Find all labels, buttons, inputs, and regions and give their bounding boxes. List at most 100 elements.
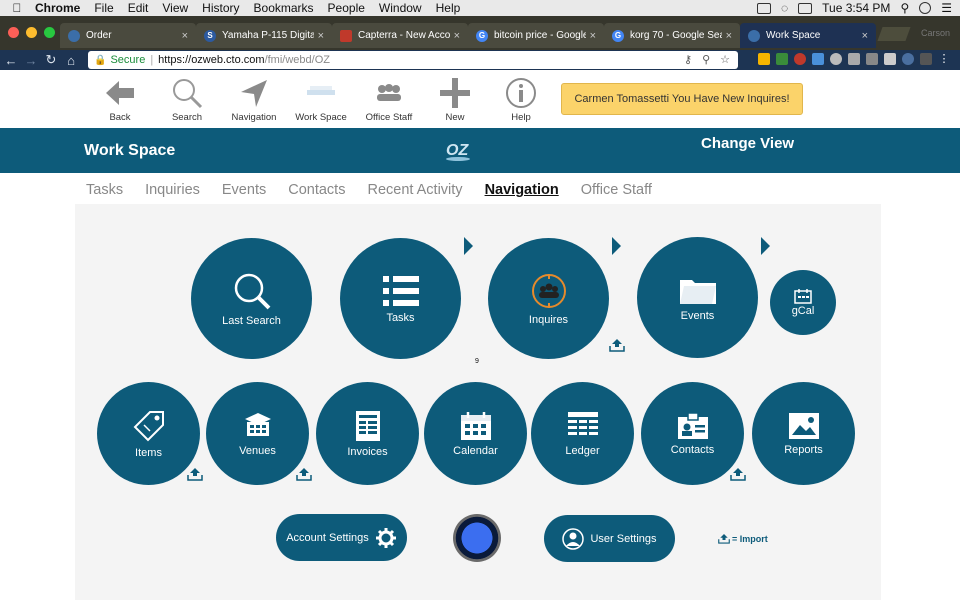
extension-icon[interactable] xyxy=(776,53,788,65)
ledger-tile[interactable]: Ledger xyxy=(531,382,634,485)
extension-icon[interactable] xyxy=(848,53,860,65)
notification-center-icon[interactable]: ☰ xyxy=(941,1,952,15)
import-legend[interactable]: = Import xyxy=(718,533,768,544)
chrome-menu-icon[interactable]: ⋮ xyxy=(938,53,950,65)
close-tab-icon[interactable]: × xyxy=(318,30,324,42)
tasks-tile[interactable]: Tasks xyxy=(340,238,461,359)
tab-events[interactable]: Events xyxy=(222,182,266,198)
contacts-upload-icon[interactable] xyxy=(730,467,746,481)
inquires-expand-arrow-icon[interactable] xyxy=(612,237,621,255)
browser-back-icon[interactable]: ← xyxy=(2,53,20,68)
battery-icon[interactable] xyxy=(798,2,813,14)
menu-help[interactable]: Help xyxy=(436,1,461,15)
extension-icon[interactable] xyxy=(884,53,896,65)
venues-upload-icon[interactable] xyxy=(296,467,312,481)
wifi-icon[interactable]: ◌ xyxy=(781,1,788,15)
browser-tab[interactable]: Order × xyxy=(60,23,196,48)
invoices-tile[interactable]: Invoices xyxy=(316,382,419,485)
menu-people[interactable]: People xyxy=(328,1,365,15)
extension-icon[interactable] xyxy=(794,53,806,65)
ozweb-favicon-icon xyxy=(748,29,760,42)
venues-tile[interactable]: Venues xyxy=(206,382,309,485)
menu-view[interactable]: View xyxy=(162,1,188,15)
extension-icon[interactable] xyxy=(902,53,914,65)
menu-app[interactable]: Chrome xyxy=(35,1,80,15)
gear-icon xyxy=(375,527,396,548)
status-box-icon[interactable] xyxy=(757,2,772,14)
office-staff-button[interactable]: Office Staff xyxy=(353,76,425,123)
contacts-tile[interactable]: Contacts xyxy=(641,382,744,485)
reports-tile[interactable]: Reports xyxy=(752,382,855,485)
browser-tab[interactable]: Capterra - New Account × xyxy=(332,23,468,48)
reload-icon[interactable]: ↻ xyxy=(42,52,60,68)
close-tab-icon[interactable]: × xyxy=(590,30,596,42)
browser-tab[interactable]: S Yamaha P-115 Digital Piano × xyxy=(196,23,332,48)
menu-file[interactable]: File xyxy=(94,1,113,15)
menu-window[interactable]: Window xyxy=(379,1,422,15)
extension-icon[interactable] xyxy=(920,53,932,65)
user-settings-label: User Settings xyxy=(590,532,657,545)
close-tab-icon[interactable]: × xyxy=(454,30,460,42)
close-tab-icon[interactable]: × xyxy=(726,30,732,42)
clock[interactable]: Tue 3:54 PM xyxy=(822,1,890,15)
new-tab-button[interactable] xyxy=(877,27,911,41)
change-view-button[interactable]: Change View xyxy=(701,135,794,152)
tab-tasks[interactable]: Tasks xyxy=(86,182,123,198)
zoom-icon[interactable]: ⚲ xyxy=(702,53,710,66)
browser-tab-active[interactable]: Work Space × xyxy=(740,23,876,48)
user-menu-icon[interactable] xyxy=(919,2,932,14)
events-expand-arrow-icon[interactable] xyxy=(761,237,770,255)
key-icon[interactable]: ⚷ xyxy=(684,53,692,66)
items-tile[interactable]: Items xyxy=(97,382,200,485)
gcal-tile[interactable]: gCal xyxy=(770,270,836,335)
items-upload-icon[interactable] xyxy=(187,467,203,481)
inquires-count: 9 xyxy=(475,358,479,365)
tab-recent-activity[interactable]: Recent Activity xyxy=(367,182,462,198)
tab-contacts[interactable]: Contacts xyxy=(288,182,345,198)
tab-navigation[interactable]: Navigation xyxy=(484,182,559,198)
extension-icon[interactable] xyxy=(866,53,878,65)
navigation-button[interactable]: Navigation xyxy=(218,76,290,123)
new-inquiries-notice[interactable]: Carmen Tomassetti You Have New Inquires! xyxy=(561,83,803,115)
account-settings-label: Account Settings xyxy=(286,531,369,544)
events-tile[interactable]: Events xyxy=(637,237,758,358)
back-button[interactable]: Back xyxy=(84,76,156,123)
close-tab-icon[interactable]: × xyxy=(862,30,868,42)
browser-tab[interactable]: G korg 70 - Google Search × xyxy=(604,23,740,48)
inquires-upload-icon[interactable] xyxy=(609,338,625,352)
help-button[interactable]: Help xyxy=(485,76,557,123)
profile-name[interactable]: Carson xyxy=(921,28,950,38)
browser-tab[interactable]: G bitcoin price - Google Search × xyxy=(468,23,604,48)
tab-title: Yamaha P-115 Digital Piano xyxy=(222,30,314,41)
minimize-window-icon[interactable] xyxy=(26,27,37,38)
close-tab-icon[interactable]: × xyxy=(182,30,188,42)
calendar-tile[interactable]: Calendar xyxy=(424,382,527,485)
spotlight-icon[interactable]: ⚲ xyxy=(900,1,909,15)
extension-icon[interactable] xyxy=(812,53,824,65)
menu-edit[interactable]: Edit xyxy=(128,1,149,15)
inquires-tile[interactable]: Inquires xyxy=(488,238,609,359)
navigation-label: Navigation xyxy=(231,112,277,123)
last-search-tile[interactable]: Last Search xyxy=(191,238,312,359)
browser-forward-icon[interactable]: → xyxy=(22,53,40,68)
close-window-icon[interactable] xyxy=(8,27,19,38)
tasks-expand-arrow-icon[interactable] xyxy=(464,237,473,255)
user-settings-button[interactable]: User Settings xyxy=(544,515,675,562)
home-icon[interactable]: ⌂ xyxy=(62,53,80,68)
apple-icon[interactable]:  xyxy=(6,1,28,15)
bookmark-star-icon[interactable]: ☆ xyxy=(720,53,730,66)
account-settings-button[interactable]: Account Settings xyxy=(276,514,407,561)
status-orb-icon[interactable] xyxy=(453,514,501,562)
extension-icon[interactable] xyxy=(830,53,842,65)
workspace-button[interactable]: Work Space xyxy=(285,76,357,123)
maximize-window-icon[interactable] xyxy=(44,27,55,38)
menu-history[interactable]: History xyxy=(202,1,239,15)
new-button[interactable]: New xyxy=(419,76,491,123)
tab-inquiries[interactable]: Inquiries xyxy=(145,182,200,198)
oz-logo-icon: OZ xyxy=(446,142,470,161)
url-field[interactable]: 🔒 Secure | https://ozweb.cto.com /fmi/we… xyxy=(88,51,738,69)
extension-icon[interactable] xyxy=(758,53,770,65)
search-button[interactable]: Search xyxy=(151,76,223,123)
tab-office-staff[interactable]: Office Staff xyxy=(581,182,652,198)
menu-bookmarks[interactable]: Bookmarks xyxy=(254,1,314,15)
